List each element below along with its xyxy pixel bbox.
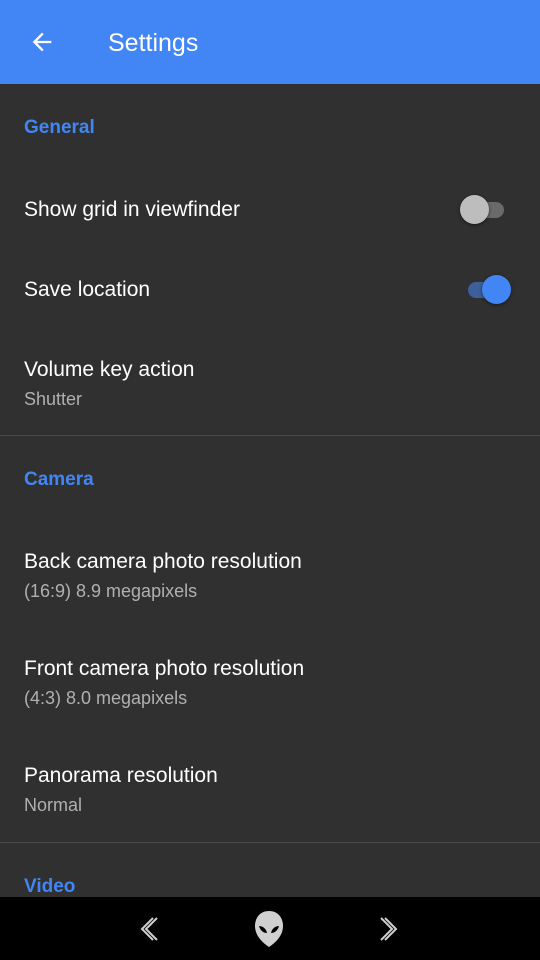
front-camera-resolution-summary: (4:3) 8.0 megapixels — [24, 688, 188, 708]
show-grid-switch-thumb — [460, 195, 489, 224]
show-grid-switch[interactable] — [460, 194, 512, 224]
volume-key-action-title: Volume key action — [24, 358, 195, 381]
page-title: Settings — [108, 29, 199, 57]
section-header-video: Video — [24, 876, 76, 897]
save-location-row[interactable]: Save location — [0, 250, 540, 330]
front-camera-resolution-title: Front camera photo resolution — [24, 657, 305, 680]
section-divider — [0, 842, 540, 843]
settings-list[interactable]: General Show grid in viewfinder Save loc… — [0, 84, 540, 897]
section-divider — [0, 435, 540, 436]
nav-home-button[interactable] — [247, 907, 291, 951]
save-location-title: Save location — [24, 278, 151, 301]
show-grid-title: Show grid in viewfinder — [24, 198, 240, 221]
settings-screen: Settings General Show grid in viewfinder… — [0, 0, 540, 960]
chevron-left-icon — [140, 917, 158, 941]
save-location-switch-thumb — [482, 275, 511, 304]
back-camera-resolution-summary: (16:9) 8.9 megapixels — [24, 581, 198, 601]
chevron-right-icon — [380, 917, 398, 941]
back-camera-resolution-title: Back camera photo resolution — [24, 550, 302, 573]
nav-forward-button[interactable] — [367, 907, 411, 951]
app-bar: Settings — [0, 0, 540, 84]
back-camera-resolution-row[interactable]: Back camera photo resolution (16:9) 8.9 … — [0, 522, 540, 629]
panorama-resolution-title: Panorama resolution — [24, 764, 218, 787]
nav-back-button[interactable] — [127, 907, 171, 951]
show-grid-row[interactable]: Show grid in viewfinder — [0, 170, 540, 250]
system-navigation-bar — [0, 897, 540, 960]
section-header-general: General — [24, 117, 95, 138]
alien-head-icon — [255, 911, 283, 947]
section-header-camera: Camera — [24, 469, 94, 490]
panorama-resolution-summary: Normal — [24, 795, 83, 815]
panorama-resolution-row[interactable]: Panorama resolution Normal — [0, 736, 540, 841]
front-camera-resolution-row[interactable]: Front camera photo resolution (4:3) 8.0 … — [0, 629, 540, 736]
save-location-switch[interactable] — [460, 274, 512, 304]
arrow-back-icon — [32, 32, 52, 52]
volume-key-action-summary: Shutter — [24, 389, 83, 409]
back-button[interactable] — [22, 22, 62, 62]
volume-key-action-row[interactable]: Volume key action Shutter — [0, 330, 540, 430]
